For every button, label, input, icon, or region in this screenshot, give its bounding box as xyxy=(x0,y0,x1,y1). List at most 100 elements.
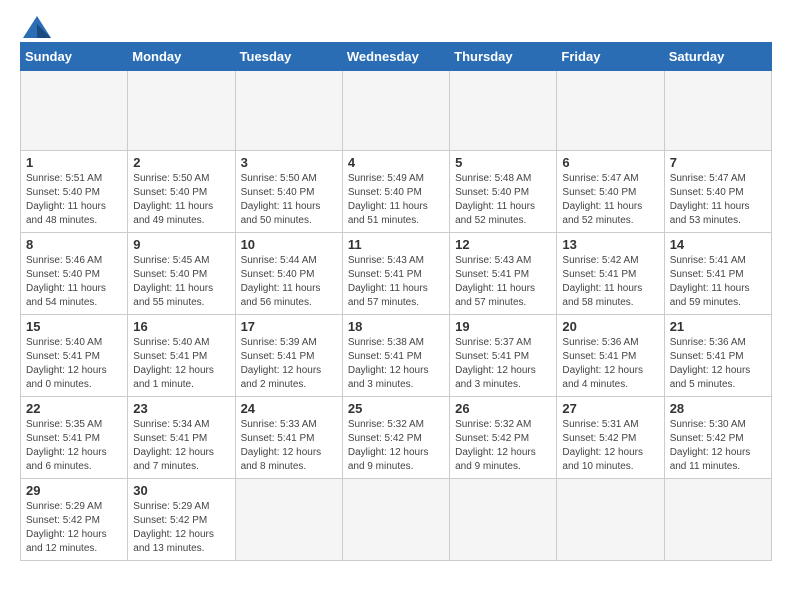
day-number: 5 xyxy=(455,155,551,170)
calendar-day-cell: 10 Sunrise: 5:44 AM Sunset: 5:40 PM Dayli… xyxy=(235,233,342,315)
day-info: Sunrise: 5:30 AM Sunset: 5:42 PM Dayligh… xyxy=(670,418,766,474)
day-number: 15 xyxy=(26,319,122,334)
empty-cell xyxy=(664,71,771,151)
day-of-week-header: Thursday xyxy=(450,43,557,71)
calendar-day-cell: 7 Sunrise: 5:47 AM Sunset: 5:40 PM Daylig… xyxy=(664,151,771,233)
day-number: 7 xyxy=(670,155,766,170)
empty-cell xyxy=(342,479,449,561)
calendar-header-row: SundayMondayTuesdayWednesdayThursdayFrid… xyxy=(21,43,772,71)
day-number: 13 xyxy=(562,237,658,252)
day-info: Sunrise: 5:42 AM Sunset: 5:41 PM Dayligh… xyxy=(562,254,658,310)
day-number: 30 xyxy=(133,483,229,498)
day-info: Sunrise: 5:47 AM Sunset: 5:40 PM Dayligh… xyxy=(562,172,658,228)
calendar-day-cell: 1 Sunrise: 5:51 AM Sunset: 5:40 PM Daylig… xyxy=(21,151,128,233)
calendar-day-cell: 26Sunrise: 5:32 AM Sunset: 5:42 PM Dayli… xyxy=(450,397,557,479)
calendar-day-cell: 20 Sunrise: 5:36 AM Sunset: 5:41 PM Dayli… xyxy=(557,315,664,397)
calendar-day-cell: 15 Sunrise: 5:40 AM Sunset: 5:41 PM Dayli… xyxy=(21,315,128,397)
day-number: 24 xyxy=(241,401,337,416)
day-number: 9 xyxy=(133,237,229,252)
empty-cell xyxy=(450,479,557,561)
page-header xyxy=(20,20,772,32)
day-number: 14 xyxy=(670,237,766,252)
calendar-day-cell: 5 Sunrise: 5:48 AM Sunset: 5:40 PM Daylig… xyxy=(450,151,557,233)
day-info: Sunrise: 5:32 AM Sunset: 5:42 PM Dayligh… xyxy=(348,418,444,474)
calendar-day-cell: 18Sunrise: 5:38 AM Sunset: 5:41 PM Dayli… xyxy=(342,315,449,397)
day-info: Sunrise: 5:43 AM Sunset: 5:41 PM Dayligh… xyxy=(348,254,444,310)
empty-cell xyxy=(235,479,342,561)
calendar-week-row xyxy=(21,71,772,151)
day-info: Sunrise: 5:31 AM Sunset: 5:42 PM Dayligh… xyxy=(562,418,658,474)
day-info: Sunrise: 5:36 AM Sunset: 5:41 PM Dayligh… xyxy=(562,336,658,392)
calendar-day-cell: 22 Sunrise: 5:35 AM Sunset: 5:41 PM Dayli… xyxy=(21,397,128,479)
calendar-week-row: 29 Sunrise: 5:29 AM Sunset: 5:42 PM Dayli… xyxy=(21,479,772,561)
calendar-day-cell: 8 Sunrise: 5:46 AM Sunset: 5:40 PM Daylig… xyxy=(21,233,128,315)
day-number: 18 xyxy=(348,319,444,334)
calendar-day-cell: 29 Sunrise: 5:29 AM Sunset: 5:42 PM Dayli… xyxy=(21,479,128,561)
day-info: Sunrise: 5:35 AM Sunset: 5:41 PM Dayligh… xyxy=(26,418,122,474)
day-info: Sunrise: 5:40 AM Sunset: 5:41 PM Dayligh… xyxy=(26,336,122,392)
calendar-day-cell: 28 Sunrise: 5:30 AM Sunset: 5:42 PM Dayli… xyxy=(664,397,771,479)
calendar-day-cell: 17Sunrise: 5:39 AM Sunset: 5:41 PM Dayli… xyxy=(235,315,342,397)
day-number: 22 xyxy=(26,401,122,416)
day-info: Sunrise: 5:44 AM Sunset: 5:40 PM Dayligh… xyxy=(241,254,337,310)
day-number: 23 xyxy=(133,401,229,416)
day-info: Sunrise: 5:34 AM Sunset: 5:41 PM Dayligh… xyxy=(133,418,229,474)
day-number: 29 xyxy=(26,483,122,498)
calendar-day-cell: 30 Sunrise: 5:29 AM Sunset: 5:42 PM Dayli… xyxy=(128,479,235,561)
day-of-week-header: Tuesday xyxy=(235,43,342,71)
calendar-day-cell: 19 Sunrise: 5:37 AM Sunset: 5:41 PM Dayli… xyxy=(450,315,557,397)
empty-cell xyxy=(557,71,664,151)
calendar-day-cell: 6 Sunrise: 5:47 AM Sunset: 5:40 PM Daylig… xyxy=(557,151,664,233)
day-info: Sunrise: 5:48 AM Sunset: 5:40 PM Dayligh… xyxy=(455,172,551,228)
day-number: 12 xyxy=(455,237,551,252)
day-info: Sunrise: 5:46 AM Sunset: 5:40 PM Dayligh… xyxy=(26,254,122,310)
day-info: Sunrise: 5:32 AM Sunset: 5:42 PM Dayligh… xyxy=(455,418,551,474)
calendar-day-cell: 16Sunrise: 5:40 AM Sunset: 5:41 PM Dayli… xyxy=(128,315,235,397)
calendar-day-cell: 21 Sunrise: 5:36 AM Sunset: 5:41 PM Dayli… xyxy=(664,315,771,397)
calendar-day-cell: 24 Sunrise: 5:33 AM Sunset: 5:41 PM Dayli… xyxy=(235,397,342,479)
calendar-day-cell: 27 Sunrise: 5:31 AM Sunset: 5:42 PM Dayli… xyxy=(557,397,664,479)
calendar-day-cell: 2 Sunrise: 5:50 AM Sunset: 5:40 PM Daylig… xyxy=(128,151,235,233)
day-number: 6 xyxy=(562,155,658,170)
day-info: Sunrise: 5:40 AM Sunset: 5:41 PM Dayligh… xyxy=(133,336,229,392)
empty-cell xyxy=(557,479,664,561)
day-info: Sunrise: 5:45 AM Sunset: 5:40 PM Dayligh… xyxy=(133,254,229,310)
day-info: Sunrise: 5:37 AM Sunset: 5:41 PM Dayligh… xyxy=(455,336,551,392)
calendar-day-cell: 9 Sunrise: 5:45 AM Sunset: 5:40 PM Daylig… xyxy=(128,233,235,315)
calendar-week-row: 1 Sunrise: 5:51 AM Sunset: 5:40 PM Daylig… xyxy=(21,151,772,233)
day-info: Sunrise: 5:41 AM Sunset: 5:41 PM Dayligh… xyxy=(670,254,766,310)
day-number: 19 xyxy=(455,319,551,334)
calendar-week-row: 8 Sunrise: 5:46 AM Sunset: 5:40 PM Daylig… xyxy=(21,233,772,315)
day-info: Sunrise: 5:47 AM Sunset: 5:40 PM Dayligh… xyxy=(670,172,766,228)
day-of-week-header: Saturday xyxy=(664,43,771,71)
calendar-day-cell: 12Sunrise: 5:43 AM Sunset: 5:41 PM Dayli… xyxy=(450,233,557,315)
day-info: Sunrise: 5:29 AM Sunset: 5:42 PM Dayligh… xyxy=(133,500,229,556)
day-info: Sunrise: 5:51 AM Sunset: 5:40 PM Dayligh… xyxy=(26,172,122,228)
empty-cell xyxy=(128,71,235,151)
day-number: 2 xyxy=(133,155,229,170)
day-number: 8 xyxy=(26,237,122,252)
calendar-day-cell: 14 Sunrise: 5:41 AM Sunset: 5:41 PM Dayli… xyxy=(664,233,771,315)
day-info: Sunrise: 5:50 AM Sunset: 5:40 PM Dayligh… xyxy=(241,172,337,228)
day-number: 11 xyxy=(348,237,444,252)
day-info: Sunrise: 5:39 AM Sunset: 5:41 PM Dayligh… xyxy=(241,336,337,392)
day-of-week-header: Wednesday xyxy=(342,43,449,71)
empty-cell xyxy=(21,71,128,151)
day-number: 20 xyxy=(562,319,658,334)
day-number: 1 xyxy=(26,155,122,170)
calendar-day-cell: 4Sunrise: 5:49 AM Sunset: 5:40 PM Daylig… xyxy=(342,151,449,233)
calendar-table: SundayMondayTuesdayWednesdayThursdayFrid… xyxy=(20,42,772,561)
day-number: 28 xyxy=(670,401,766,416)
day-of-week-header: Friday xyxy=(557,43,664,71)
day-info: Sunrise: 5:33 AM Sunset: 5:41 PM Dayligh… xyxy=(241,418,337,474)
day-info: Sunrise: 5:50 AM Sunset: 5:40 PM Dayligh… xyxy=(133,172,229,228)
empty-cell xyxy=(450,71,557,151)
day-info: Sunrise: 5:29 AM Sunset: 5:42 PM Dayligh… xyxy=(26,500,122,556)
day-number: 10 xyxy=(241,237,337,252)
day-number: 25 xyxy=(348,401,444,416)
calendar-day-cell: 13 Sunrise: 5:42 AM Sunset: 5:41 PM Dayli… xyxy=(557,233,664,315)
calendar-week-row: 22 Sunrise: 5:35 AM Sunset: 5:41 PM Dayli… xyxy=(21,397,772,479)
day-number: 21 xyxy=(670,319,766,334)
day-info: Sunrise: 5:36 AM Sunset: 5:41 PM Dayligh… xyxy=(670,336,766,392)
day-number: 27 xyxy=(562,401,658,416)
